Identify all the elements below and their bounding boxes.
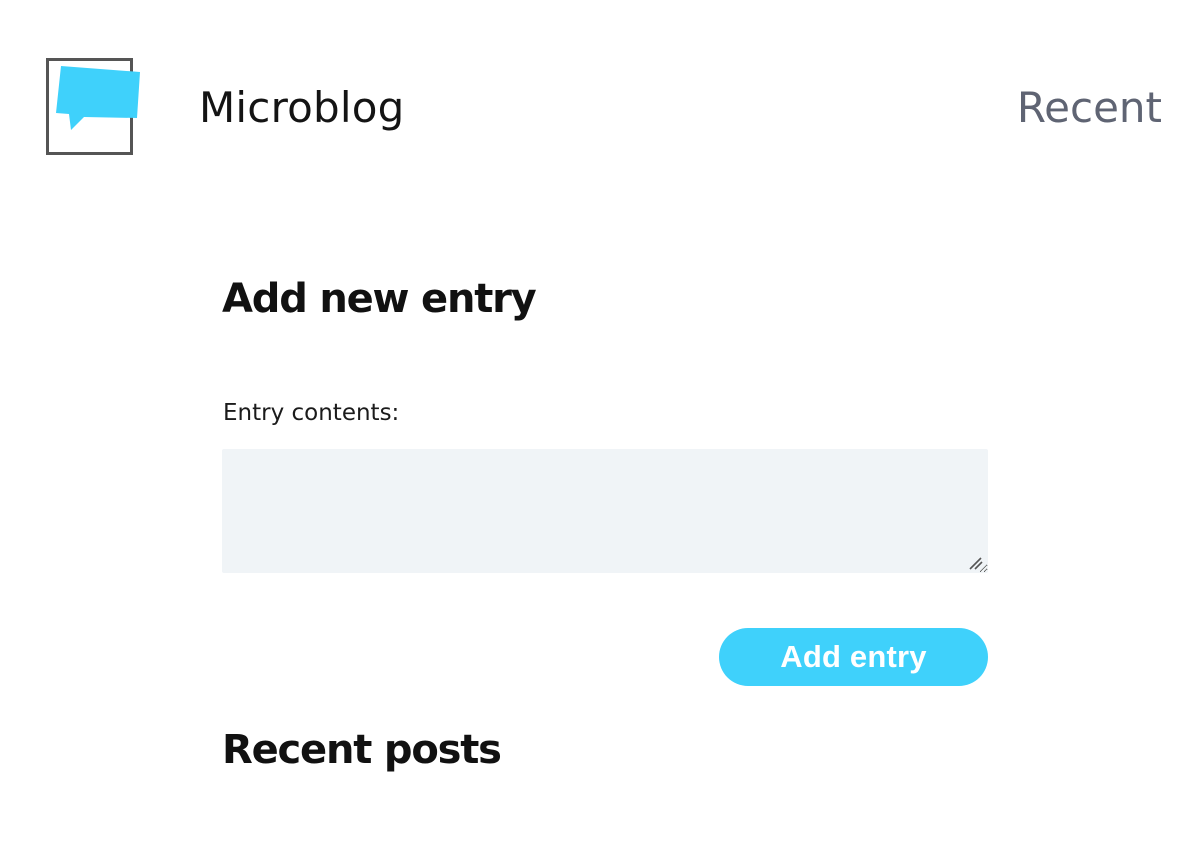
entry-contents-textarea[interactable] [222, 449, 988, 573]
speech-bubble-logo-icon[interactable] [46, 58, 142, 156]
brand-title[interactable]: Microblog [199, 82, 405, 134]
entry-contents-label: Entry contents: [223, 400, 400, 426]
microblog-page: Microblog Recent Add new entry Entry con… [0, 0, 1200, 851]
add-entry-button[interactable]: Add entry [719, 628, 988, 686]
recent-posts-heading: Recent posts [222, 727, 502, 773]
nav-recent-link[interactable]: Recent [1017, 82, 1162, 134]
site-header: Microblog Recent [0, 0, 1200, 190]
main-content: Add new entry Entry contents: Add entry … [222, 270, 988, 830]
add-new-entry-heading: Add new entry [222, 276, 537, 322]
